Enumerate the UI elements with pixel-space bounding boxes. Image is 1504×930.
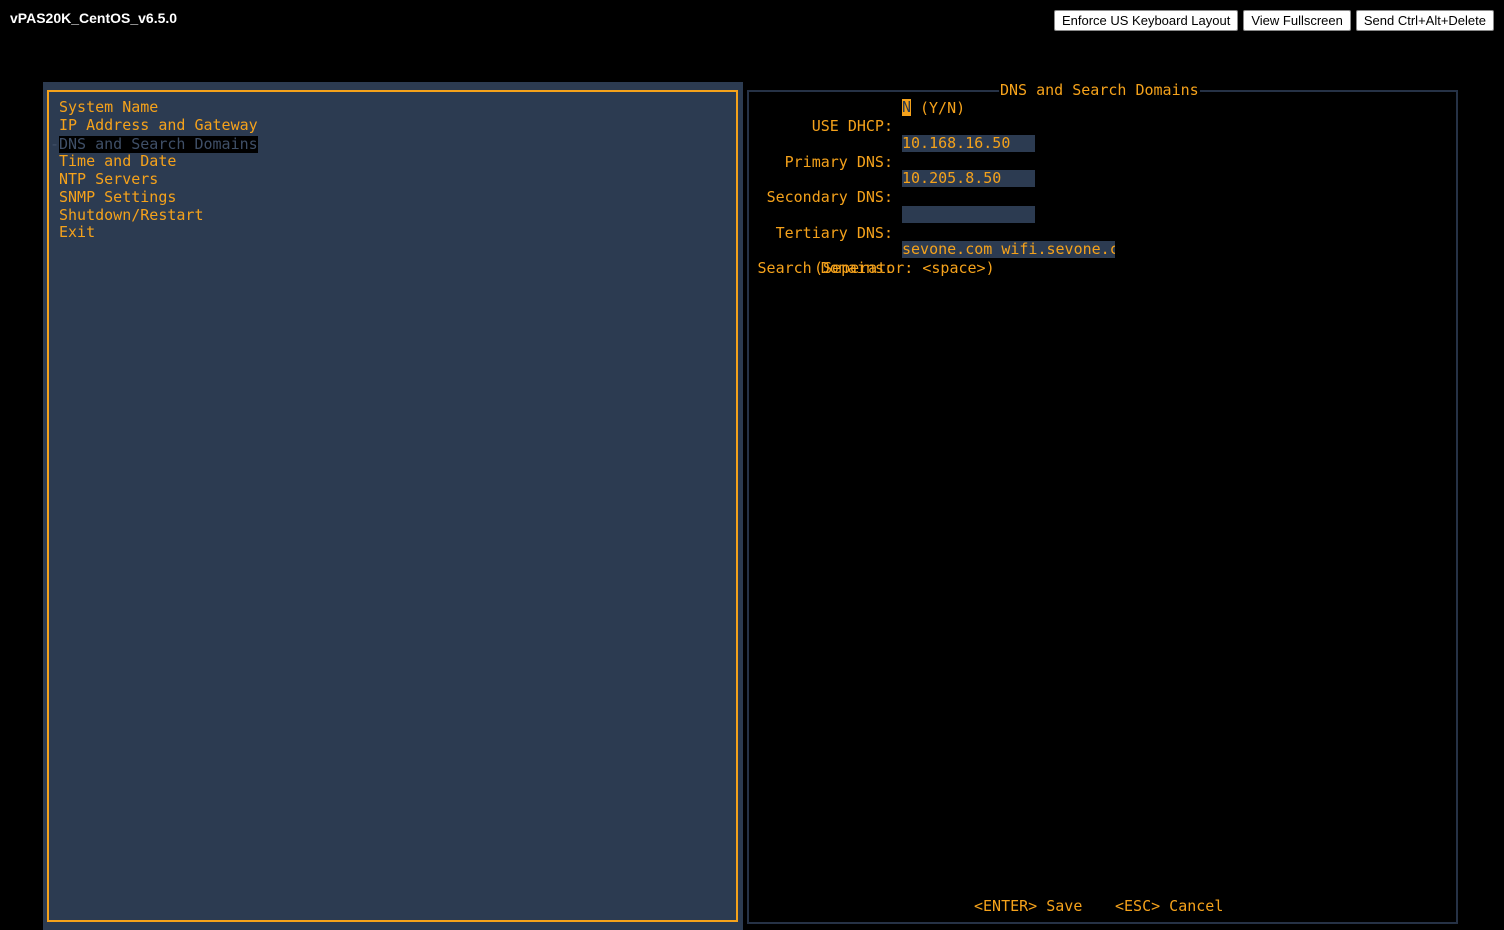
primary-dns-label: Primary DNS: xyxy=(784,153,893,171)
panel-title: DNS and Search Domains xyxy=(999,81,1200,99)
fullscreen-button[interactable]: View Fullscreen xyxy=(1243,10,1351,31)
dns-panel-frame xyxy=(747,90,1458,924)
toolbar: Enforce US Keyboard Layout View Fullscre… xyxy=(1053,10,1494,31)
tertiary-dns-field[interactable] xyxy=(902,206,1035,223)
enforce-keyboard-button[interactable]: Enforce US Keyboard Layout xyxy=(1053,10,1239,31)
menu-item-time-date[interactable]: Time and Date xyxy=(59,152,258,171)
tertiary-dns-label: Tertiary DNS: xyxy=(775,224,893,242)
dhcp-label: USE DHCP: xyxy=(811,117,893,135)
vm-title: vPAS20K_CentOS_v6.5.0 xyxy=(10,10,178,26)
menu-item-snmp[interactable]: SNMP Settings xyxy=(59,188,258,207)
menu-item-ntp[interactable]: NTP Servers xyxy=(59,170,258,189)
dhcp-input[interactable]: N xyxy=(902,99,911,116)
menu-item-ip-address[interactable]: IP Address and Gateway xyxy=(59,116,258,135)
menu-item-dns-search[interactable]: DNS and Search Domains xyxy=(50,135,258,154)
ctrl-alt-del-button[interactable]: Send Ctrl+Alt+Delete xyxy=(1355,10,1494,31)
save-button[interactable]: <ENTER> Save xyxy=(974,897,1082,915)
menu-item-system-name[interactable]: System Name xyxy=(59,98,258,117)
menu-pane: System Name IP Address and Gateway DNS a… xyxy=(43,82,743,930)
menu-item-shutdown[interactable]: Shutdown/Restart xyxy=(59,206,258,225)
secondary-dns-label: Secondary DNS: xyxy=(766,188,893,206)
primary-dns-field[interactable]: 10.168.16.50 xyxy=(902,135,1035,152)
secondary-dns-field[interactable]: 10.205.8.50 xyxy=(902,170,1035,187)
cancel-button[interactable]: <ESC> Cancel xyxy=(1115,897,1223,915)
menu-item-exit[interactable]: Exit xyxy=(59,223,258,242)
search-domains-field[interactable]: sevone.com wifi.sevone.c xyxy=(902,241,1115,258)
vm-console[interactable]: System Name IP Address and Gateway DNS a… xyxy=(43,82,1463,930)
config-menu: System Name IP Address and Gateway DNS a… xyxy=(50,98,258,242)
separator-hint: (Seperator: <space>) xyxy=(814,259,995,277)
dhcp-hint: (Y/N) xyxy=(920,99,966,117)
